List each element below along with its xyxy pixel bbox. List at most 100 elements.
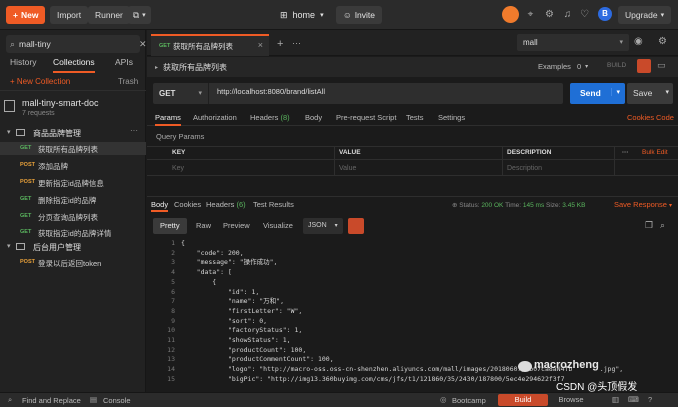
- tab-headers-label: Headers: [250, 113, 279, 122]
- tab-response-headers[interactable]: Headers (6): [206, 200, 246, 209]
- more-icon[interactable]: ···: [130, 126, 138, 135]
- tab-history[interactable]: History: [10, 57, 36, 73]
- chevron-down-icon: ▾: [7, 243, 11, 250]
- eye-icon[interactable]: ◉: [634, 36, 643, 47]
- request-item[interactable]: POST 登录以后返回token: [0, 256, 146, 269]
- gear-icon[interactable]: ⚙: [658, 36, 667, 47]
- request-item[interactable]: POST 添加品牌: [0, 159, 146, 172]
- folder-item[interactable]: ▾ 后台用户管理: [0, 240, 146, 254]
- close-icon[interactable]: ×: [258, 40, 263, 50]
- request-item[interactable]: GET 删除指定id的品牌: [0, 193, 146, 206]
- wrap-lines-icon[interactable]: [348, 218, 364, 234]
- raw-button[interactable]: Raw: [189, 218, 218, 234]
- collection-title: mall-tiny-smart-doc: [22, 98, 99, 108]
- trash-button[interactable]: Trash: [118, 77, 138, 86]
- save-response-button[interactable]: Save Response ▾: [614, 200, 672, 209]
- save-button[interactable]: Save ▾: [627, 83, 673, 104]
- help-icon[interactable]: ?: [648, 395, 652, 404]
- examples-dropdown[interactable]: Examples 0 ▾: [538, 62, 588, 71]
- visualize-button[interactable]: Visualize: [256, 218, 300, 234]
- collection-subtitle: 7 requests: [22, 110, 55, 117]
- tab-headers[interactable]: Headers (8): [250, 113, 290, 122]
- console-button[interactable]: Console: [103, 396, 131, 405]
- edit-icon[interactable]: [637, 59, 651, 73]
- new-window-button[interactable]: ⧉ ▾: [128, 6, 151, 24]
- clear-icon[interactable]: ✕: [139, 39, 147, 50]
- request-name: 获取指定id的品牌详情: [38, 229, 112, 238]
- request-tab[interactable]: GET 获取所有品牌列表 ×: [151, 34, 269, 56]
- copy-icon[interactable]: ❐: [645, 220, 653, 231]
- request-title[interactable]: ▸ 获取所有品牌列表: [155, 62, 227, 73]
- build-mode-button[interactable]: Build: [498, 394, 548, 406]
- tab-prerequest-script[interactable]: Pre-request Script: [336, 113, 396, 122]
- format-select[interactable]: JSON ▾: [303, 218, 343, 234]
- tab-authorization[interactable]: Authorization: [193, 113, 237, 122]
- method-select[interactable]: GET ▾: [153, 83, 209, 104]
- code-link[interactable]: Code: [656, 113, 674, 122]
- chevron-down-icon[interactable]: ▾: [611, 88, 620, 96]
- new-window-icon: ⧉: [133, 9, 140, 20]
- sync-icon[interactable]: [502, 6, 519, 23]
- tab-tests[interactable]: Tests: [406, 113, 424, 122]
- tab-response-body[interactable]: Body: [151, 200, 169, 212]
- url-input[interactable]: http://localhost:8080/brand/listAll: [217, 87, 325, 96]
- grid-icon: ⊞: [280, 9, 288, 20]
- environment-name: mall: [523, 38, 538, 47]
- chevron-down-icon: ▾: [320, 12, 324, 19]
- tab-response-cookies[interactable]: Cookies: [174, 200, 201, 209]
- add-tab-button[interactable]: +: [277, 38, 283, 50]
- params-table: KEY VALUE DESCRIPTION ··· Bulk Edit Key …: [147, 146, 678, 176]
- search-icon[interactable]: ⌕: [660, 220, 665, 231]
- layout-icon[interactable]: ▥: [612, 395, 619, 404]
- collection-item[interactable]: mall-tiny-smart-doc 7 requests: [22, 98, 99, 117]
- heart-icon[interactable]: ♡: [578, 8, 591, 21]
- chevron-down-icon[interactable]: ▾: [665, 88, 669, 96]
- find-replace-button[interactable]: Find and Replace: [22, 396, 81, 405]
- folder-item[interactable]: ▾ 商品品牌管理 ···: [0, 126, 146, 140]
- browse-mode-button[interactable]: Browse: [554, 394, 588, 406]
- import-button[interactable]: Import: [50, 6, 89, 24]
- request-item[interactable]: GET 分页查询品牌列表: [0, 210, 146, 223]
- upgrade-button[interactable]: Upgrade ▾: [618, 6, 672, 24]
- runner-button[interactable]: Runner: [88, 6, 130, 24]
- method-badge: GET: [20, 196, 32, 202]
- search-input[interactable]: [19, 39, 116, 49]
- code-text: "bigPic": "http://img13.360buyimg.com/cm…: [181, 374, 565, 383]
- new-collection-button[interactable]: + New Collection: [10, 77, 70, 86]
- tab-body[interactable]: Body: [305, 113, 322, 122]
- search-box[interactable]: ⌕ ✕: [6, 35, 147, 53]
- bootcamp-button[interactable]: Bootcamp: [452, 396, 486, 405]
- chevron-down-icon: ▾: [142, 12, 146, 19]
- divider: [502, 146, 503, 176]
- more-icon[interactable]: ···: [622, 146, 629, 160]
- tab-test-results[interactable]: Test Results: [253, 200, 294, 209]
- request-item[interactable]: GET 获取指定id的品牌详情: [0, 226, 146, 239]
- satellite-icon[interactable]: ⌖: [524, 8, 537, 21]
- avatar[interactable]: B: [598, 7, 612, 21]
- value-input[interactable]: Value: [339, 161, 356, 176]
- workspace-selector[interactable]: ⊞ home ▾: [280, 6, 324, 24]
- keyboard-icon[interactable]: ⌨: [628, 395, 639, 404]
- tab-collections[interactable]: Collections: [53, 57, 95, 73]
- cookies-link[interactable]: Cookies: [627, 113, 654, 122]
- send-button[interactable]: Send ▾: [570, 83, 625, 104]
- request-item[interactable]: POST 更新指定id品牌信息: [0, 176, 146, 189]
- invite-button[interactable]: ☺ Invite: [336, 6, 383, 24]
- request-item[interactable]: GET 获取所有品牌列表: [0, 142, 146, 155]
- pretty-button[interactable]: Pretty: [153, 218, 187, 234]
- environment-select[interactable]: mall ▾: [517, 34, 629, 51]
- comment-icon[interactable]: ▭: [657, 60, 666, 71]
- response-body-code[interactable]: 1{2 "code": 200, 3 "message": "操作成功", 4 "d…: [153, 238, 678, 385]
- save-response-label: Save Response: [614, 200, 667, 209]
- description-input[interactable]: Description: [507, 161, 542, 176]
- new-button[interactable]: + New: [6, 6, 46, 24]
- bell-icon[interactable]: ♫: [561, 8, 574, 21]
- tab-params[interactable]: Params: [155, 113, 181, 126]
- preview-button[interactable]: Preview: [216, 218, 257, 234]
- tab-settings[interactable]: Settings: [438, 113, 465, 122]
- more-icon[interactable]: ···: [292, 38, 301, 48]
- tab-apis[interactable]: APIs: [115, 57, 133, 73]
- bulk-edit-link[interactable]: Bulk Edit: [642, 146, 668, 160]
- settings-icon[interactable]: ⚙: [543, 8, 556, 21]
- key-input[interactable]: Key: [172, 161, 184, 176]
